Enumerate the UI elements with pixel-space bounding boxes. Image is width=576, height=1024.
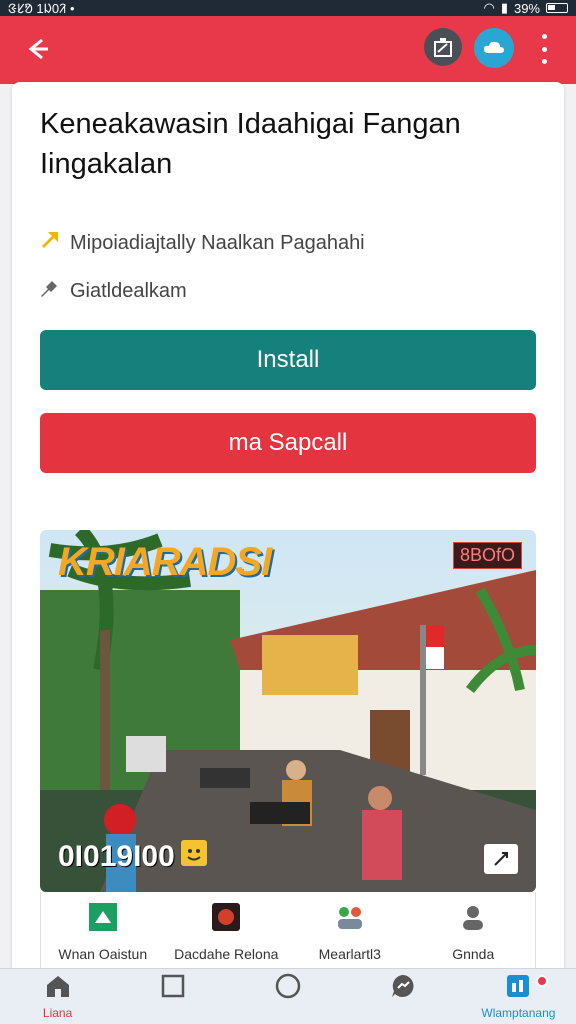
- square-icon: [160, 973, 186, 1004]
- secondary-button[interactable]: ma Sapcall: [40, 413, 536, 473]
- expand-icon[interactable]: [484, 844, 518, 874]
- action-person[interactable]: Gnnda: [412, 892, 536, 973]
- tag-icon: [38, 276, 62, 306]
- nav-label: Wlamptanang: [481, 1006, 556, 1020]
- action-label: Wnan Oaistun: [58, 946, 148, 962]
- chat-icon: [389, 972, 417, 1005]
- nav-circle[interactable]: [230, 969, 345, 1024]
- nav-chat[interactable]: [346, 969, 461, 1024]
- battery-percent: 39%: [513, 0, 540, 16]
- notification-dot: [536, 975, 549, 987]
- person-icon: [459, 903, 487, 936]
- action-game[interactable]: Dacdahe Relona: [165, 892, 289, 973]
- image-counter: 0I019I00: [58, 840, 207, 874]
- meta-text-2: Giatldealkam: [70, 279, 187, 302]
- action-whatsapp[interactable]: Wnan Oaistun: [41, 892, 165, 973]
- action-label: Gnnda: [452, 946, 495, 962]
- app-icon: [505, 973, 531, 1004]
- action-label: Dacdahe Relona: [174, 946, 279, 962]
- circle-icon: [274, 972, 302, 1005]
- action-label: Mearlartl3: [318, 946, 381, 962]
- game-icon: [212, 903, 241, 936]
- cloud-icon[interactable]: [474, 28, 514, 68]
- nav-app[interactable]: Wlamptanang: [461, 969, 576, 1024]
- signal-icon: ▮: [500, 0, 508, 15]
- arrow-icon: [38, 228, 62, 258]
- action-people[interactable]: Mearlartl3: [288, 892, 412, 973]
- page-title: Keneakawasin Idaahigai Fangan Iingakalan: [40, 108, 461, 180]
- app-bar: [0, 16, 576, 84]
- bottom-nav: Liana Wlamptanang: [0, 968, 576, 1024]
- meta-text-1: Mipoiadiajtally Naalkan Pagahahi: [70, 231, 365, 254]
- share-icon[interactable]: [424, 28, 462, 66]
- emoji-badge-icon: [180, 840, 207, 874]
- wifi-icon: ◠: [483, 0, 495, 15]
- install-button[interactable]: Install: [40, 330, 536, 390]
- home-icon: [44, 973, 72, 1004]
- image-counter-text: 0I019I00: [58, 840, 175, 873]
- meta-row-2: Giatldealkam: [38, 276, 187, 306]
- nav-home[interactable]: Liana: [0, 969, 115, 1024]
- more-vertical-icon[interactable]: [534, 34, 554, 64]
- status-time: ᱝᱥᱚ 1ᱡ0ᱤ •: [8, 1, 75, 16]
- image-badge-right: 8BOfO: [452, 542, 522, 569]
- image-badge-left: KRIARADSI: [58, 540, 272, 584]
- battery-icon: [546, 3, 568, 13]
- whatsapp-icon: [88, 903, 117, 936]
- detail-card: Keneakawasin Idaahigai Fangan Iingakalan…: [12, 82, 564, 982]
- hero-image[interactable]: KRIARADSI 8BOfO 0I019I00: [40, 530, 536, 892]
- status-bar: ᱝᱥᱚ 1ᱡ0ᱤ • ◠ ▮ 39%: [0, 0, 576, 16]
- nav-square[interactable]: [115, 969, 230, 1024]
- meta-row-1: Mipoiadiajtally Naalkan Pagahahi: [38, 228, 365, 258]
- status-right: ◠ ▮ 39%: [483, 0, 568, 16]
- action-row: Wnan Oaistun Dacdahe Relona Mearlartl3 G…: [40, 892, 536, 974]
- people-icon: [335, 903, 365, 936]
- nav-label: Liana: [42, 1006, 73, 1020]
- arrow-left-icon[interactable]: [20, 32, 54, 66]
